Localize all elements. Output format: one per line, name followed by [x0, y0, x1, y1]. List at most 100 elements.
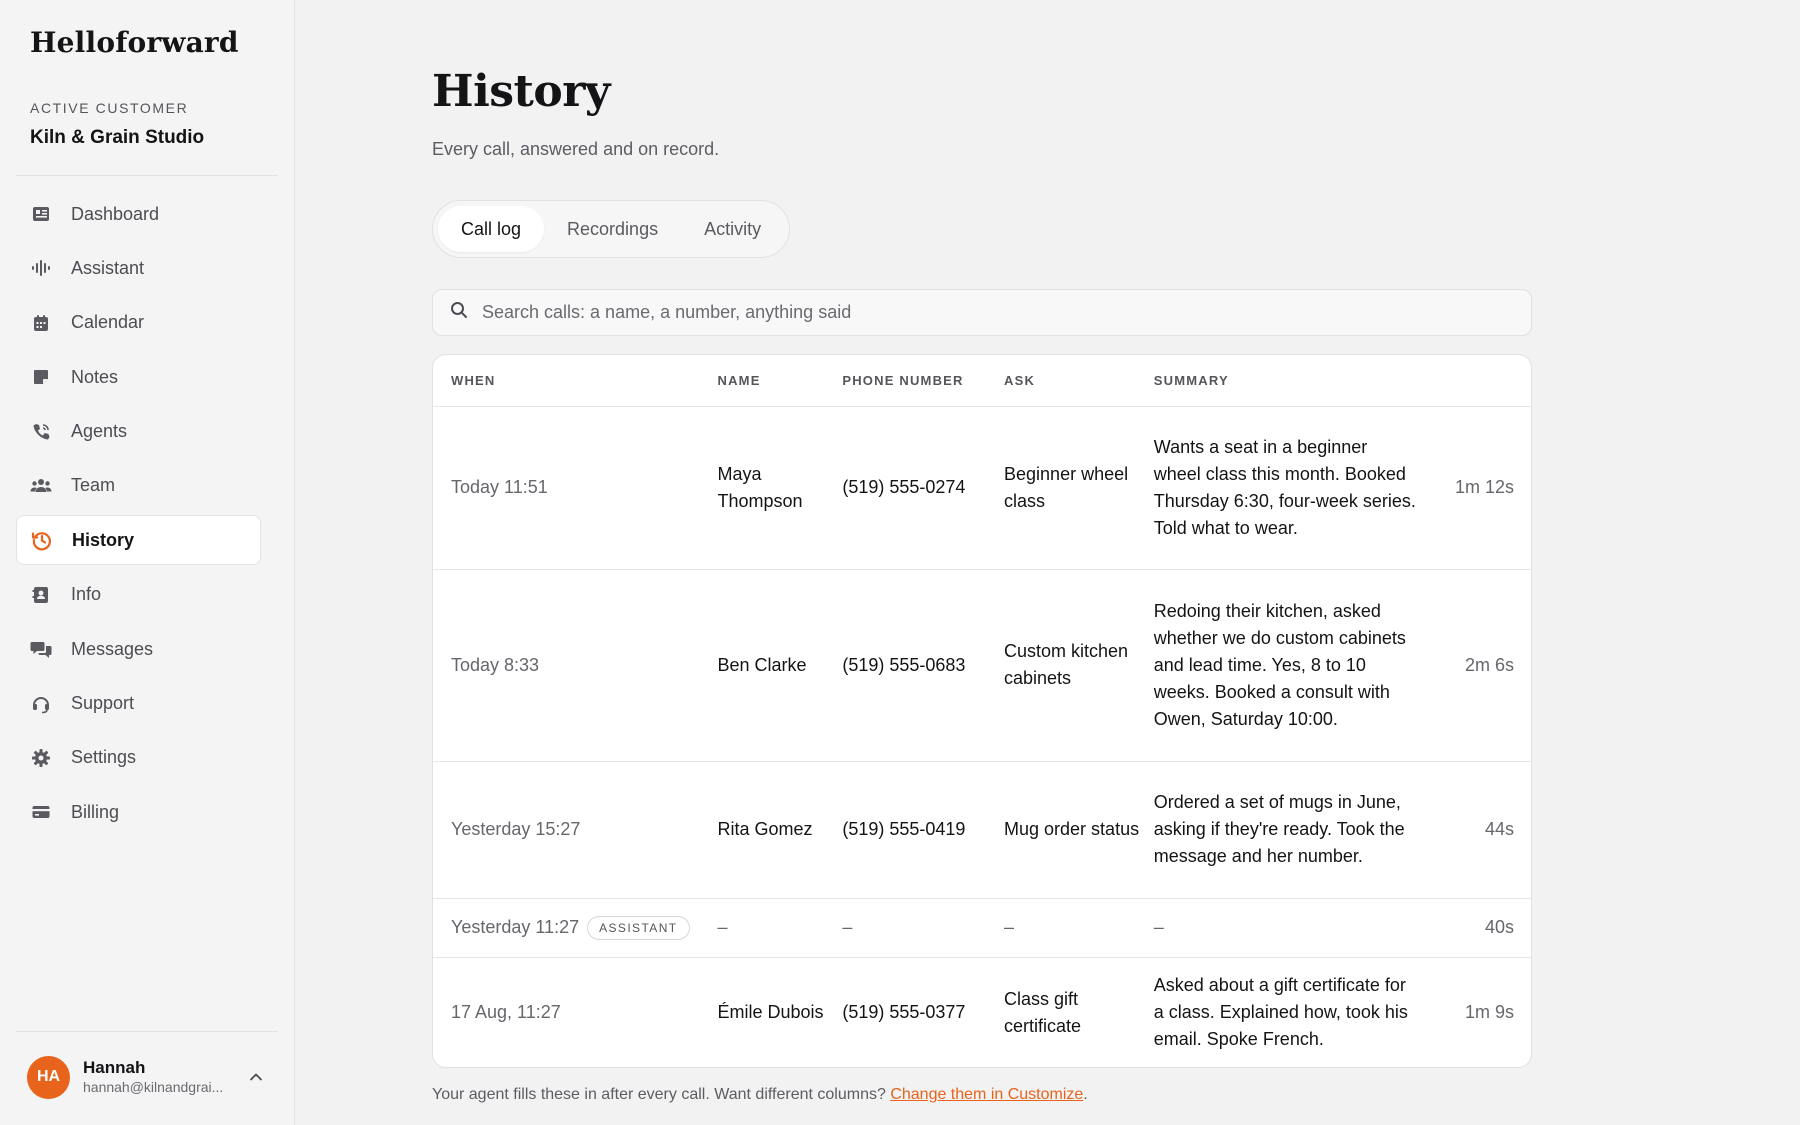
table-row[interactable]: Today 8:33 Ben Clarke (519) 555-0683 Cus…	[433, 569, 1531, 762]
sidebar-item-history[interactable]: History	[16, 515, 261, 566]
cell-when: Today 11:51	[433, 406, 718, 570]
table-row[interactable]: 17 Aug, 11:27 Émile Dubois (519) 555-037…	[433, 957, 1531, 1067]
customize-link[interactable]: Change them in Customize	[890, 1086, 1083, 1103]
cell-when: Yesterday 11:27 ASSISTANT	[433, 898, 718, 958]
sidebar-item-label: Agents	[71, 421, 128, 442]
sidebar-item-label: Calendar	[71, 312, 145, 333]
newspaper-icon	[30, 203, 52, 225]
search-input[interactable]	[482, 302, 1482, 323]
cell-when: Today 8:33	[433, 569, 718, 762]
footnote-end: .	[1083, 1086, 1088, 1103]
cell-duration: 40s	[1418, 898, 1531, 958]
cell-name: Émile Dubois	[717, 1002, 824, 1023]
sidebar-item-label: Billing	[71, 801, 120, 822]
contact-card-icon	[30, 584, 52, 606]
cell-summary: –	[1153, 898, 1419, 958]
cell-summary: Asked about a gift certificate for a cla…	[1153, 975, 1408, 1050]
sidebar: Helloforward ACTIVE CUSTOMER Kiln & Grai…	[0, 0, 295, 1125]
column-header-when[interactable]: WHEN	[433, 355, 718, 407]
sidebar-item-billing[interactable]: Billing	[16, 787, 261, 837]
cell-phone: (519) 555-0274	[842, 406, 1005, 570]
waveform-icon	[30, 257, 52, 279]
table-row[interactable]: Yesterday 15:27 Rita Gomez (519) 555-041…	[433, 761, 1531, 899]
user-name: Hannah	[83, 1058, 146, 1077]
app-logo: Helloforward	[30, 26, 239, 59]
search-box[interactable]	[432, 289, 1532, 336]
chat-icon	[30, 638, 52, 660]
sidebar-item-label: Info	[71, 584, 102, 605]
cell-duration: 2m 6s	[1418, 569, 1531, 762]
cell-duration: 44s	[1418, 761, 1531, 899]
cell-summary: Redoing their kitchen, asked whether we …	[1153, 569, 1419, 762]
tab-recordings[interactable]: Recordings	[544, 206, 681, 252]
sidebar-item-dashboard[interactable]: Dashboard	[16, 189, 261, 239]
tab-call-log[interactable]: Call log	[438, 206, 545, 252]
column-header-phone[interactable]: PHONE NUMBER	[842, 355, 1005, 407]
sidebar-item-agents[interactable]: Agents	[16, 407, 261, 457]
column-header-summary[interactable]: SUMMARY	[1153, 355, 1419, 407]
cell-name: Maya Thompson	[717, 406, 843, 570]
cell-ask: Mug order status	[1004, 761, 1154, 899]
sidebar-item-assistant[interactable]: Assistant	[16, 243, 261, 293]
cell-ask: Class gift certificate	[1004, 988, 1082, 1036]
table-header-row: WHEN NAME PHONE NUMBER ASK SUMMARY	[433, 355, 1531, 407]
sidebar-item-label: Team	[71, 475, 116, 496]
sidebar-item-info[interactable]: Info	[16, 570, 261, 620]
cell-phone: (519) 555-0377	[842, 1002, 966, 1023]
table-row[interactable]: Yesterday 11:27 ASSISTANT – – – – 40s	[433, 898, 1531, 958]
tab-activity[interactable]: Activity	[681, 206, 784, 252]
headset-icon	[30, 693, 52, 715]
sidebar-item-support[interactable]: Support	[16, 679, 261, 729]
note-icon	[30, 366, 52, 388]
sidebar-item-team[interactable]: Team	[16, 461, 261, 511]
cell-summary: Wants a seat in a beginner wheel class t…	[1153, 406, 1419, 570]
cell-phone: –	[842, 898, 1005, 958]
team-icon	[30, 475, 52, 497]
sidebar-item-calendar[interactable]: Calendar	[16, 298, 261, 348]
footnote-text: Your agent fills these in after every ca…	[432, 1086, 891, 1103]
calendar-icon	[30, 312, 52, 334]
page-title: History	[432, 66, 610, 117]
sidebar-item-settings[interactable]: Settings	[16, 733, 261, 783]
cell-ask: –	[1004, 898, 1154, 958]
cell-when: Yesterday 15:27	[433, 761, 718, 899]
sidebar-item-label: Assistant	[71, 257, 145, 278]
table-row[interactable]: Today 11:51 Maya Thompson (519) 555-0274…	[433, 406, 1531, 570]
call-log-table: WHEN NAME PHONE NUMBER ASK SUMMARY Today…	[432, 354, 1532, 1068]
cell-summary: Ordered a set of mugs in June, asking if…	[1153, 761, 1419, 899]
history-icon	[31, 529, 53, 551]
cell-name: Rita Gomez	[717, 761, 843, 899]
avatar: HA	[27, 1055, 70, 1099]
cell-ask: Custom kitchen cabinets	[1004, 569, 1154, 762]
column-header-name[interactable]: NAME	[717, 355, 843, 407]
cell-when: 17 Aug, 11:27	[451, 1002, 561, 1023]
table-footnote: Your agent fills these in after every ca…	[432, 1086, 1088, 1104]
column-header-ask[interactable]: ASK	[1004, 355, 1154, 407]
cell-duration: 1m 9s	[1464, 1002, 1514, 1023]
sidebar-item-notes[interactable]: Notes	[16, 352, 261, 402]
sidebar-divider	[16, 175, 278, 176]
sidebar-item-label: Messages	[71, 638, 154, 659]
sidebar-nav: Dashboard Assistant Calendar Notes Agent…	[16, 189, 261, 842]
column-header-duration	[1418, 355, 1531, 407]
assistant-badge: ASSISTANT	[587, 916, 690, 941]
user-menu[interactable]: HA Hannah hannah@kilnandgrai...	[27, 1055, 277, 1099]
sidebar-divider	[16, 1031, 278, 1032]
cell-name: Ben Clarke	[717, 569, 843, 762]
cell-phone: (519) 555-0683	[842, 569, 1005, 762]
cell-name: –	[717, 898, 843, 958]
chevron-up-icon[interactable]	[246, 1067, 266, 1087]
customer-name[interactable]: Kiln & Grain Studio	[30, 127, 204, 149]
sidebar-item-label: Dashboard	[71, 203, 160, 224]
credit-card-icon	[30, 801, 52, 823]
phone-icon	[30, 421, 52, 443]
cell-duration: 1m 12s	[1418, 406, 1531, 570]
cell-phone: (519) 555-0419	[842, 761, 1005, 899]
sidebar-item-label: History	[72, 529, 135, 550]
page-subtitle: Every call, answered and on record.	[432, 139, 720, 159]
sidebar-item-label: Settings	[71, 747, 137, 768]
search-icon	[450, 301, 468, 324]
tab-bar: Call log Recordings Activity	[432, 200, 791, 258]
sidebar-item-label: Notes	[71, 366, 119, 387]
sidebar-item-messages[interactable]: Messages	[16, 624, 261, 674]
